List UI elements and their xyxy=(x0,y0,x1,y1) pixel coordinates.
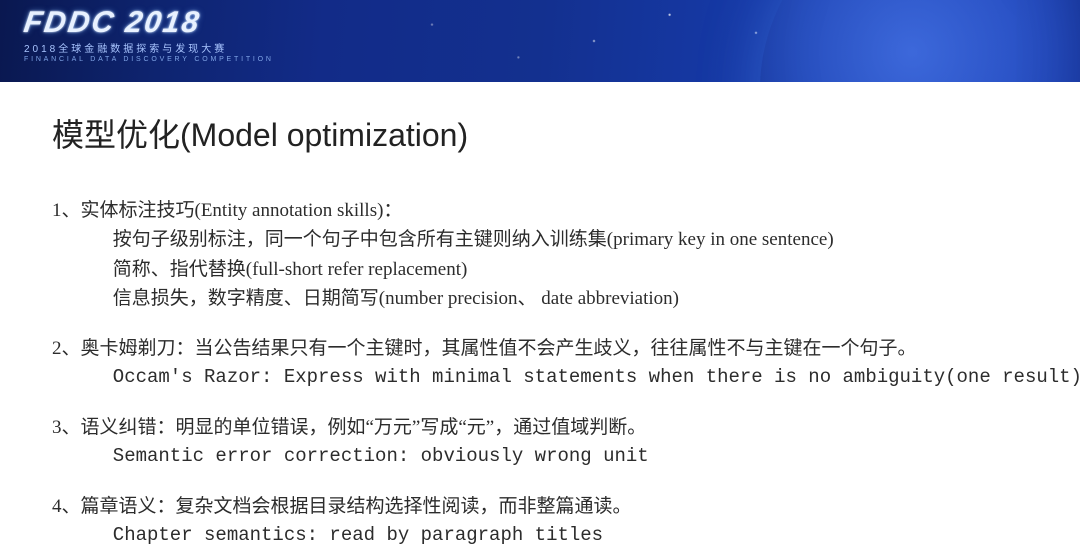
item-line: Semantic error correction: obviously wro… xyxy=(52,442,1040,471)
list-item: 2、奥卡姆剃刀：当公告结果只有一个主键时，其属性值不会产生歧义，往往属性不与主键… xyxy=(52,334,1040,393)
slide-content: 模型优化(Model optimization) 1、实体标注技巧(Entity… xyxy=(0,82,1080,550)
item-head: 1、实体标注技巧(Entity annotation skills)： xyxy=(52,200,402,221)
slide-title: 模型优化(Model optimization) xyxy=(52,110,1040,156)
list-item: 3、语义纠错：明显的单位错误，例如“万元”写成“元”，通过值域判断。 Seman… xyxy=(52,413,1040,472)
item-line: 简称、指代替换(full-short refer replacement) xyxy=(52,255,1040,284)
item-head: 2、奥卡姆剃刀：当公告结果只有一个主键时，其属性值不会产生歧义，往往属性不与主键… xyxy=(52,338,917,359)
item-head: 3、语义纠错：明显的单位错误，例如“万元”写成“元”，通过值域判断。 xyxy=(52,417,646,438)
logo-subtitle-cn: 2018全球金融数据探索与发现大赛 xyxy=(24,40,274,55)
list-item: 1、实体标注技巧(Entity annotation skills)： 按句子级… xyxy=(52,196,1040,314)
item-line: 按句子级别标注，同一个句子中包含所有主键则纳入训练集(primary key i… xyxy=(52,225,1040,254)
event-logo: FDDC 2018 2018全球金融数据探索与发现大赛 FINANCIAL DA… xyxy=(24,8,274,63)
list-item: 4、篇章语义：复杂文档会根据目录结构选择性阅读，而非整篇通读。 Chapter … xyxy=(52,492,1040,550)
item-head: 4、篇章语义：复杂文档会根据目录结构选择性阅读，而非整篇通读。 xyxy=(52,496,632,517)
item-line: Occam's Razor: Express with minimal stat… xyxy=(52,363,1040,392)
item-line: Chapter semantics: read by paragraph tit… xyxy=(52,521,1040,550)
header-banner: FDDC 2018 2018全球金融数据探索与发现大赛 FINANCIAL DA… xyxy=(0,0,1080,82)
logo-main-text: FDDC 2018 xyxy=(22,8,276,38)
logo-subtitle-en: FINANCIAL DATA DISCOVERY COMPETITION xyxy=(24,56,274,63)
item-line: 信息损失，数字精度、日期简写(number precision、 date ab… xyxy=(52,284,1040,313)
